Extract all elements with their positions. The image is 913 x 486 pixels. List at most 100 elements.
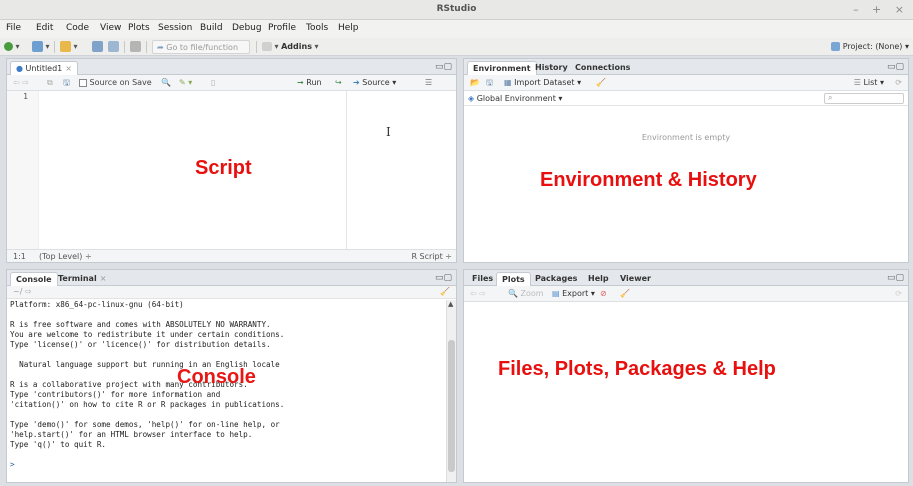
pane-minmax-icon[interactable]: ▭▢ <box>435 62 452 72</box>
tab-plots[interactable]: Plots <box>496 272 531 286</box>
back-forward-icon[interactable]: ⇦ ⇨ <box>470 288 486 300</box>
menu-file[interactable]: File <box>6 23 21 33</box>
new-project-icon[interactable]: ▾ <box>32 40 50 54</box>
console-line: 'help.start()' for an HTML browser inter… <box>10 430 253 439</box>
environment-tabstrip: Environment History Connections ▭▢ <box>464 59 908 75</box>
line-number: 1 <box>23 92 28 101</box>
menu-tools[interactable]: Tools <box>306 23 328 33</box>
tab-environment[interactable]: Environment <box>467 61 537 75</box>
save-icon[interactable]: 🖫 <box>63 77 70 89</box>
open-workspace-icon[interactable]: 📂 <box>470 77 480 89</box>
list-view-button[interactable]: ☰ List ▾ <box>854 77 884 89</box>
pane-minmax-icon[interactable]: ▭▢ <box>435 273 452 283</box>
source-on-save-checkbox[interactable]: Source on Save <box>79 77 152 89</box>
console-scrollbar[interactable]: ▲ <box>446 300 456 482</box>
wand-icon[interactable]: ✎ ▾ <box>179 77 192 89</box>
tab-viewer[interactable]: Viewer <box>615 272 656 286</box>
menu-help[interactable]: Help <box>338 23 359 33</box>
close-icon: × <box>65 64 72 73</box>
menu-session[interactable]: Session <box>158 23 192 33</box>
environment-pane: Environment History Connections ▭▢ 📂 🖫 ▦… <box>463 58 909 263</box>
save-all-icon[interactable] <box>108 40 119 54</box>
files-pane: Files Plots Packages Help Viewer ▭▢ ⇦ ⇨ … <box>463 269 909 483</box>
file-type-selector[interactable]: R Script ÷ <box>411 251 452 263</box>
menu-code[interactable]: Code <box>66 23 89 33</box>
outline-icon[interactable]: ☰ <box>425 77 432 89</box>
print-icon[interactable] <box>130 40 141 54</box>
search-icon: ⌕ <box>828 93 833 102</box>
source-toolbar: ⇦ ⇨ ⧉ 🖫 Source on Save 🔍 ✎ ▾ ▯ ➞ Run ↪ ➔… <box>7 75 456 91</box>
broom-icon[interactable]: 🧹 <box>596 77 606 89</box>
menu-debug[interactable]: Debug <box>232 23 262 33</box>
scope-selector[interactable]: (Top Level) ÷ <box>39 251 92 263</box>
window-controls[interactable]: – + × <box>853 3 909 16</box>
back-forward-icon[interactable]: ⇦ ⇨ <box>13 77 29 89</box>
tab-files[interactable]: Files <box>467 272 498 286</box>
tab-history[interactable]: History <box>530 61 573 75</box>
show-in-window-icon[interactable]: ⧉ <box>47 77 53 89</box>
title-bar: RStudio – + × <box>0 0 913 20</box>
environment-history-label: Environment & History <box>540 169 757 191</box>
save-icon[interactable] <box>92 40 103 54</box>
r-project-icon <box>831 42 841 51</box>
tab-help[interactable]: Help <box>583 272 614 286</box>
menu-edit[interactable]: Edit <box>36 23 53 33</box>
scroll-thumb[interactable] <box>448 340 455 472</box>
export-button[interactable]: ▤ Export ▾ <box>552 288 595 300</box>
source-statusbar: 1:1 (Top Level) ÷ R Script ÷ <box>7 249 456 262</box>
open-file-icon[interactable]: ▾ <box>60 40 78 54</box>
global-environment-selector[interactable]: ◈ Global Environment ▾ <box>468 93 562 105</box>
scroll-up-icon[interactable]: ▲ <box>448 300 453 308</box>
tab-terminal[interactable]: Terminal × <box>53 272 111 286</box>
menu-build[interactable]: Build <box>200 23 223 33</box>
menu-view[interactable]: View <box>100 23 121 33</box>
goto-file-input[interactable]: ➦ Go to file/function <box>152 40 250 54</box>
working-dir[interactable]: ~/ ⇨ <box>13 286 32 298</box>
new-file-icon[interactable]: ▾ <box>4 40 20 54</box>
environment-search-input[interactable]: ⌕ <box>824 93 904 104</box>
pane-minmax-icon[interactable]: ▭▢ <box>887 62 904 72</box>
run-button[interactable]: ➞ Run <box>297 77 322 89</box>
menu-plots[interactable]: Plots <box>128 23 150 33</box>
tab-packages[interactable]: Packages <box>530 272 582 286</box>
save-workspace-icon[interactable]: 🖫 <box>486 77 493 89</box>
refresh-icon[interactable]: ⟳ <box>895 77 902 89</box>
pane-minmax-icon[interactable]: ▭▢ <box>887 273 904 283</box>
clear-console-icon[interactable]: 🧹 <box>440 286 450 298</box>
rerun-icon[interactable]: ↪ <box>335 77 342 89</box>
console-line: Type 'demo()' for some demos, 'help()' f… <box>10 420 280 429</box>
code-editor[interactable] <box>40 91 346 250</box>
environment-empty-message: Environment is empty <box>641 133 731 142</box>
broom-icon[interactable]: 🧹 <box>620 288 630 300</box>
tab-untitled1[interactable]: ● Untitled1 × <box>10 61 78 75</box>
tab-console[interactable]: Console <box>10 272 58 286</box>
compile-report-icon[interactable]: ▯ <box>211 77 215 89</box>
source-button[interactable]: ➔ Source ▾ <box>353 77 396 89</box>
refresh-icon[interactable]: ⟳ <box>895 288 902 300</box>
console-line: Platform: x86_64-pc-linux-gnu (64-bit) <box>10 300 184 309</box>
addins-button[interactable]: ▾ Addins ▾ <box>262 40 319 54</box>
environment-toolbar: 📂 🖫 ▦ Import Dataset ▾ 🧹 ☰ List ▾ ⟳ <box>464 75 908 91</box>
import-dataset-button[interactable]: ▦ Import Dataset ▾ <box>504 77 581 89</box>
remove-plot-icon[interactable]: ⊘ <box>600 288 607 300</box>
console-line: Type 'license()' or 'licence()' for dist… <box>10 340 271 349</box>
addins-label: Addins <box>281 42 312 51</box>
zoom-button[interactable]: 🔍 Zoom <box>508 288 544 300</box>
console-line: You are welcome to redistribute it under… <box>10 330 285 339</box>
go-to-dir-icon: ⇨ <box>24 287 32 296</box>
menu-profile[interactable]: Profile <box>268 23 296 33</box>
console-tabstrip: Console Terminal × ▭▢ <box>7 270 456 286</box>
search-icon[interactable]: 🔍 <box>161 77 171 89</box>
console-prompt[interactable]: > <box>7 460 447 470</box>
console-line: R is free software and comes with ABSOLU… <box>10 320 271 329</box>
window-title: RStudio <box>436 4 477 14</box>
tab-connections[interactable]: Connections <box>570 61 635 75</box>
source-on-save-label: Source on Save <box>89 78 152 87</box>
project-menu[interactable]: Project: (None) ▾ <box>831 40 909 54</box>
menu-bar: File Edit Code View Plots Session Build … <box>0 20 913 38</box>
environment-scope-bar: ◈ Global Environment ▾ ⌕ <box>464 91 908 106</box>
console-pane: Console Terminal × ▭▢ ~/ ⇨ 🧹 Platform: x8… <box>6 269 457 483</box>
main-toolbar: ▾ ▾ ▾ ➦ Go to file/function ▾ Addins ▾ P… <box>0 38 913 56</box>
